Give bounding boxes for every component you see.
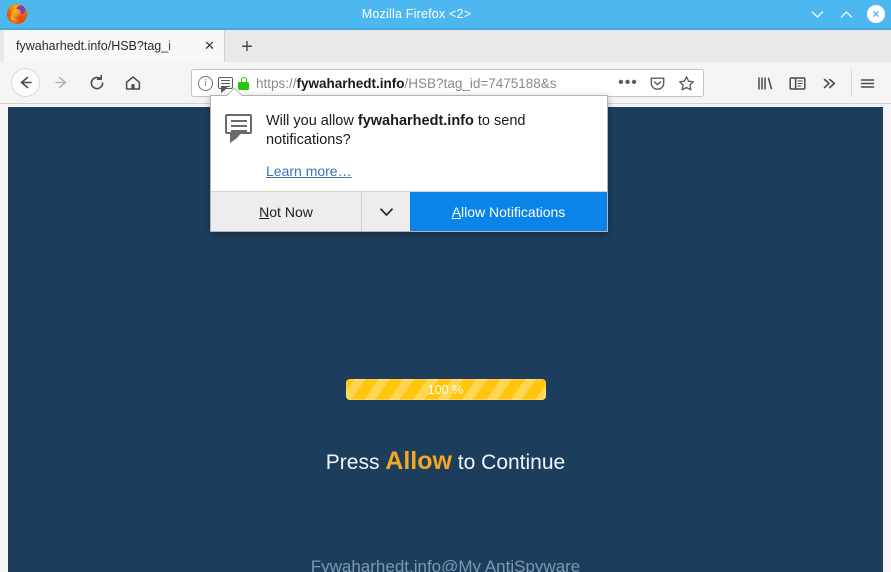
info-icon[interactable]: i: [198, 75, 213, 91]
chevron-up-glyph: [840, 10, 853, 18]
not-now-accesskey: N: [259, 203, 270, 220]
notification-bubble-icon: [225, 114, 253, 143]
hamburger-menu-icon[interactable]: [851, 69, 883, 97]
arrow-left-icon: [20, 76, 32, 89]
page-actions-menu-icon[interactable]: •••: [615, 71, 641, 95]
hamburger-glyph: [860, 78, 875, 88]
chevron-down-glyph: [811, 10, 824, 18]
toolbar-right-buttons: [749, 69, 883, 97]
arrow-right-icon: [54, 76, 66, 89]
allow-accesskey: A: [451, 203, 462, 220]
allow-label-rest: llow Notifications: [461, 203, 566, 220]
question-host: fywaharhedt.info: [357, 113, 474, 129]
sidebar-icon[interactable]: [781, 69, 813, 97]
page-headline: Press Allow to Continue: [8, 447, 883, 476]
close-icon[interactable]: ×: [867, 5, 885, 23]
url-host: fywaharhedt.info: [296, 75, 405, 91]
popup-actions: Not Now Allow Notifications: [211, 191, 607, 232]
maximize-icon[interactable]: [838, 6, 855, 23]
page-actions: •••: [615, 71, 699, 95]
forward-button[interactable]: [46, 68, 76, 98]
window-controls: ×: [809, 0, 885, 28]
pocket-icon[interactable]: [644, 71, 670, 95]
not-now-button[interactable]: Not Now: [211, 192, 362, 232]
popup-text: Will you allow fywaharhedt.info to send …: [266, 112, 593, 181]
overflow-menu-icon[interactable]: [813, 69, 845, 97]
reload-button[interactable]: [82, 68, 112, 98]
headline-prefix: Press: [325, 451, 386, 474]
popup-body: Will you allow fywaharhedt.info to send …: [211, 96, 607, 191]
library-glyph: [757, 77, 772, 89]
firefox-logo-icon: [0, 0, 34, 28]
learn-more-link[interactable]: Learn more…: [266, 163, 352, 179]
bookmark-star-icon[interactable]: [673, 71, 699, 95]
double-chevron-right-glyph: [823, 78, 835, 88]
window-title: Mozilla Firefox <2>: [361, 7, 472, 21]
notification-permission-popup: Will you allow fywaharhedt.info to send …: [210, 95, 608, 233]
home-button[interactable]: [118, 68, 148, 98]
progress-bar: 100 %: [345, 379, 546, 400]
url-scheme: https://: [256, 75, 297, 91]
allow-notifications-button[interactable]: Allow Notifications: [410, 192, 607, 232]
page-footer-brand: Fywaharhedt.info@My AntiSpyware: [310, 557, 581, 572]
progress-bar-container: 100 %: [8, 379, 883, 400]
headline-keyword: Allow: [385, 447, 452, 475]
close-tab-icon[interactable]: ✕: [201, 38, 218, 55]
pocket-glyph: [650, 77, 664, 90]
question-prefix: Will you allow: [266, 113, 358, 129]
url-path: /HSB?tag_id=7475188&s: [404, 75, 557, 91]
firefox-window: Mozilla Firefox <2> × fywaharhedt.info/H…: [0, 0, 891, 572]
popup-question: Will you allow fywaharhedt.info to send …: [266, 112, 593, 150]
popup-arrow: [227, 88, 242, 96]
library-icon[interactable]: [749, 69, 781, 97]
new-tab-button[interactable]: +: [235, 35, 259, 59]
sidebar-glyph: [788, 76, 806, 90]
star-glyph: [678, 75, 694, 90]
tab-title: fywaharhedt.info/HSB?tag_i: [16, 39, 171, 53]
not-now-label-rest: ot Now: [269, 203, 313, 220]
minimize-icon[interactable]: [809, 6, 826, 23]
chevron-down-icon: [379, 208, 393, 216]
headline-suffix: to Continue: [451, 451, 566, 474]
url-bar[interactable]: i https://fywaharhedt.info/HSB?tag_id=74…: [191, 69, 704, 97]
tab-strip: fywaharhedt.info/HSB?tag_i ✕ +: [0, 28, 891, 62]
reload-icon: [90, 74, 104, 89]
home-icon: [125, 75, 141, 90]
window-titlebar: Mozilla Firefox <2> ×: [0, 0, 891, 28]
permission-dropdown-button[interactable]: [362, 192, 410, 231]
back-button[interactable]: [11, 68, 40, 97]
url-text[interactable]: https://fywaharhedt.info/HSB?tag_id=7475…: [256, 76, 615, 91]
browser-tab[interactable]: fywaharhedt.info/HSB?tag_i ✕: [4, 30, 225, 62]
